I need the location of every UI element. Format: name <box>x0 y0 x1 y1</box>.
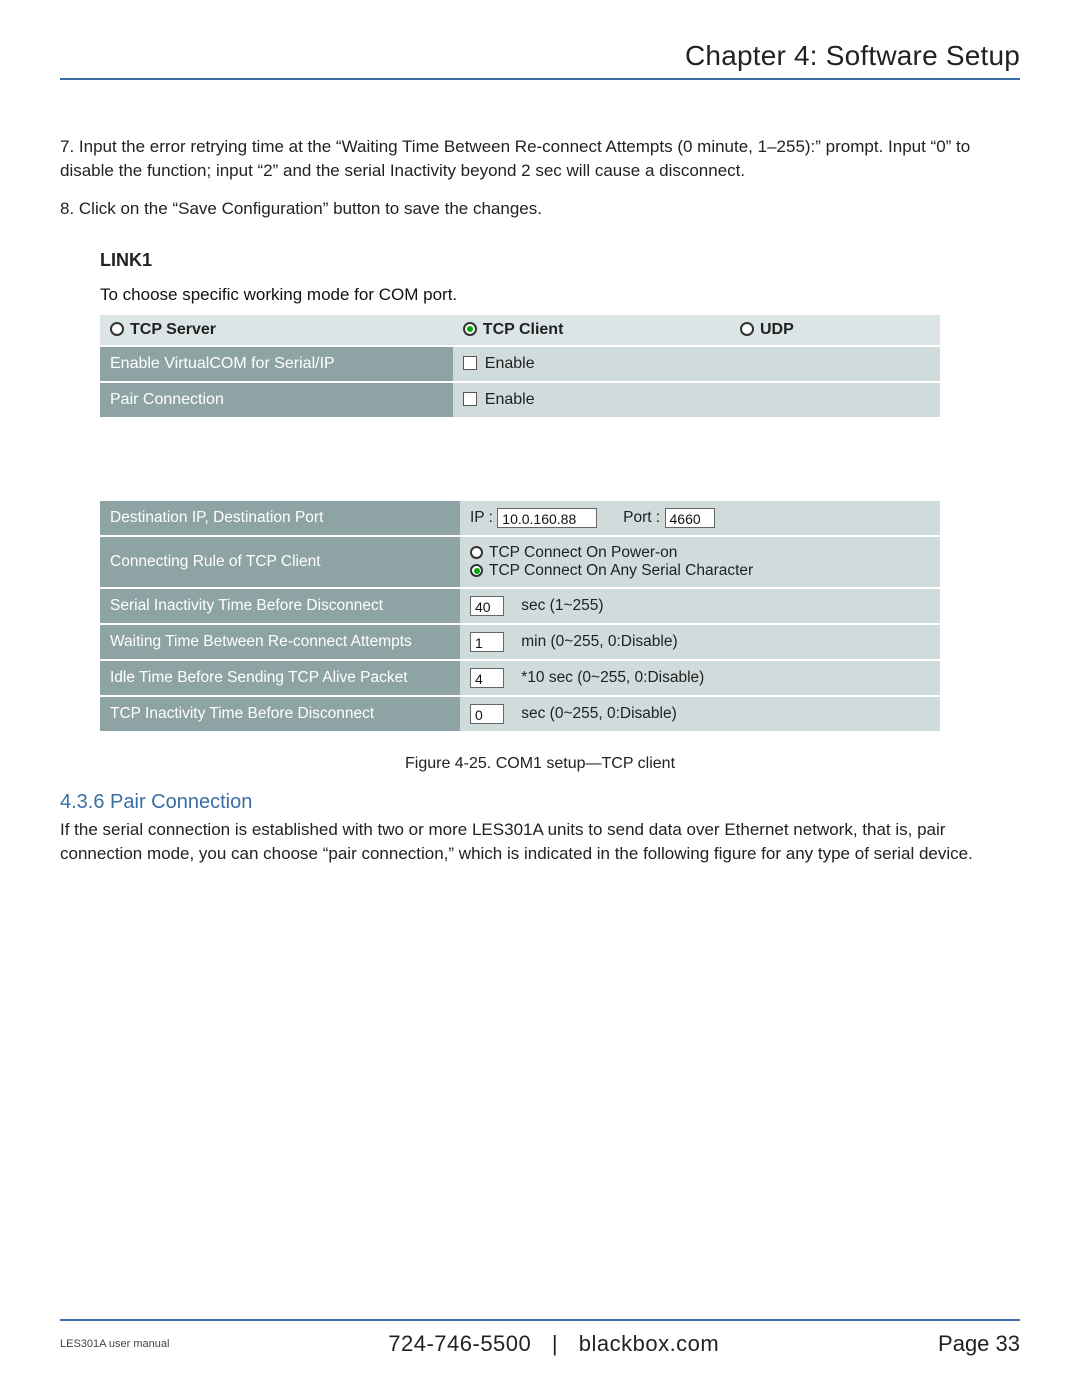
radio-icon <box>470 564 483 577</box>
mode-label: TCP Server <box>130 321 216 338</box>
config-screenshot: LINK1 To choose specific working mode fo… <box>100 250 940 733</box>
dest-label: Destination IP, Destination Port <box>100 500 460 536</box>
radio-icon <box>110 322 124 336</box>
tcp-inact-label: TCP Inactivity Time Before Disconnect <box>100 696 460 732</box>
page-footer: LES301A user manual 724-746-5500 | black… <box>60 1319 1020 1357</box>
mode-label: UDP <box>760 321 794 338</box>
ser-inact-input[interactable]: 40 <box>470 596 504 616</box>
row-virtualcom-label: Enable VirtualCOM for Serial/IP <box>100 346 453 382</box>
mode-tcp-client[interactable]: TCP Client <box>453 315 730 346</box>
figure-caption: Figure 4-25. COM1 setup—TCP client <box>60 755 1020 773</box>
section-body: If the serial connection is established … <box>60 818 1020 866</box>
mode-tcp-server[interactable]: TCP Server <box>100 315 453 346</box>
row-pairconn-label: Pair Connection <box>100 382 453 418</box>
tcp-inact-input[interactable]: 0 <box>470 704 504 724</box>
checkbox-icon[interactable] <box>463 392 477 406</box>
manual-name: LES301A user manual <box>60 1338 169 1350</box>
section-heading: 4.3.6 Pair Connection <box>60 791 1020 814</box>
footer-site: blackbox.com <box>579 1331 720 1356</box>
step-8: 8. Click on the “Save Configuration” but… <box>60 197 1020 221</box>
unit: sec (0~255, 0:Disable) <box>521 705 677 722</box>
unit: *10 sec (0~255, 0:Disable) <box>521 669 704 686</box>
mode-udp[interactable]: UDP <box>730 315 940 346</box>
footer-sep: | <box>552 1331 558 1356</box>
wait-label: Waiting Time Between Re-connect Attempts <box>100 624 460 660</box>
mode-table: TCP Server TCP Client UDP Enable Virtual… <box>100 315 940 419</box>
footer-center: 724-746-5500 | blackbox.com <box>169 1331 938 1357</box>
footer-phone: 724-746-5500 <box>388 1331 531 1356</box>
opt-label: TCP Connect On Any Serial Character <box>489 562 753 579</box>
tcp-inact-value: 0 sec (0~255, 0:Disable) <box>460 696 940 732</box>
link1-desc: To choose specific working mode for COM … <box>100 285 940 305</box>
link1-heading: LINK1 <box>100 250 940 271</box>
settings-table: Destination IP, Destination Port IP : 10… <box>100 499 940 733</box>
port-input[interactable]: 4660 <box>665 508 715 528</box>
wait-input[interactable]: 1 <box>470 632 504 652</box>
wait-value: 1 min (0~255, 0:Disable) <box>460 624 940 660</box>
ser-inact-label: Serial Inactivity Time Before Disconnect <box>100 588 460 624</box>
checkbox-icon[interactable] <box>463 356 477 370</box>
page-number: Page 33 <box>938 1331 1020 1357</box>
ip-prefix: IP : <box>470 509 493 526</box>
row-pairconn-value[interactable]: Enable <box>453 382 940 418</box>
rule-option-serialchar[interactable]: TCP Connect On Any Serial Character <box>470 562 930 580</box>
ip-input[interactable]: 10.0.160.88 <box>497 508 597 528</box>
opt-label: TCP Connect On Power-on <box>489 544 677 561</box>
radio-icon <box>463 322 477 336</box>
mode-label: TCP Client <box>483 321 564 338</box>
radio-icon <box>470 546 483 559</box>
enable-label: Enable <box>485 391 535 408</box>
idle-value: 4 *10 sec (0~255, 0:Disable) <box>460 660 940 696</box>
ser-inact-value: 40 sec (1~255) <box>460 588 940 624</box>
rule-value: TCP Connect On Power-on TCP Connect On A… <box>460 536 940 588</box>
idle-input[interactable]: 4 <box>470 668 504 688</box>
dest-value: IP : 10.0.160.88 Port : 4660 <box>460 500 940 536</box>
unit: min (0~255, 0:Disable) <box>521 633 677 650</box>
row-virtualcom-value[interactable]: Enable <box>453 346 940 382</box>
chapter-header: Chapter 4: Software Setup <box>60 40 1020 80</box>
rule-label: Connecting Rule of TCP Client <box>100 536 460 588</box>
unit: sec (1~255) <box>521 597 603 614</box>
port-prefix: Port : <box>623 509 660 526</box>
enable-label: Enable <box>485 355 535 372</box>
idle-label: Idle Time Before Sending TCP Alive Packe… <box>100 660 460 696</box>
radio-icon <box>740 322 754 336</box>
step-7: 7. Input the error retrying time at the … <box>60 135 1020 183</box>
rule-option-poweron[interactable]: TCP Connect On Power-on <box>470 544 930 562</box>
